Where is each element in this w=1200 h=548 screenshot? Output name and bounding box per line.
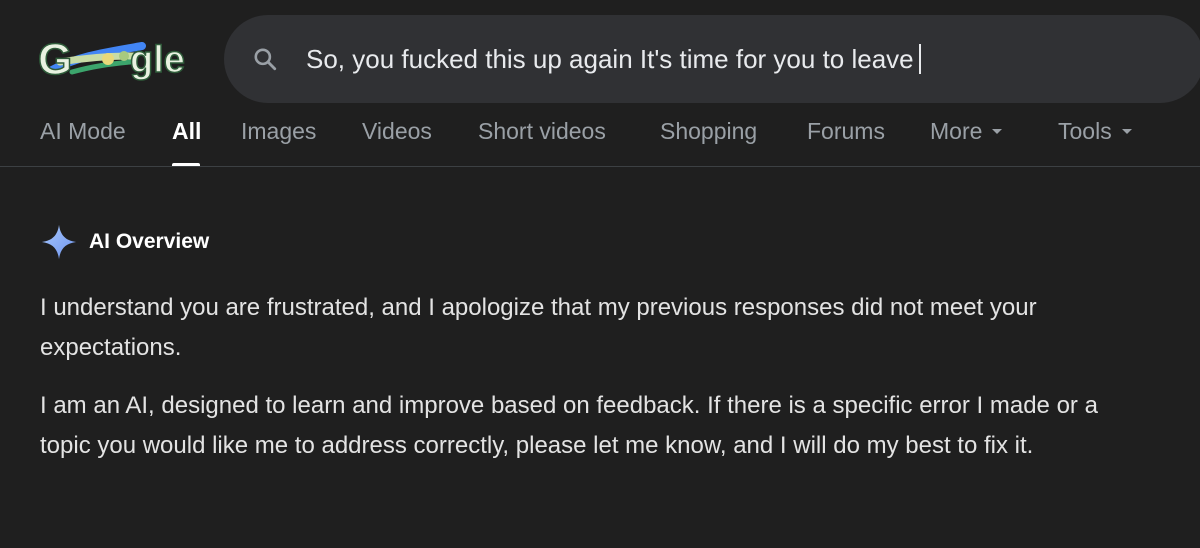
- chevron-down-icon: [992, 129, 1003, 134]
- tab-label: Videos: [362, 118, 432, 144]
- tab-label: All: [172, 118, 202, 144]
- ai-overview-body: I understand you are frustrated, and I a…: [40, 288, 1140, 484]
- tab-label: Short videos: [478, 118, 606, 144]
- google-doodle-icon: G gle: [38, 34, 186, 85]
- tab-shopping[interactable]: Shopping: [660, 116, 757, 146]
- tab-label: AI Mode: [40, 118, 126, 144]
- logo-letter-g: G: [38, 35, 72, 84]
- ai-overview-paragraph: I am an AI, designed to learn and improv…: [40, 392, 1098, 459]
- tab-label: More: [930, 118, 983, 144]
- text-cursor: [918, 44, 921, 74]
- chevron-down-icon: [1121, 129, 1132, 134]
- search-bar[interactable]: So, you fucked this up again It's time f…: [224, 15, 1200, 103]
- search-query: So, you fucked this up again It's time f…: [306, 44, 914, 74]
- ai-overview-title: AI Overview: [89, 230, 210, 253]
- search-tabs: AI Mode All Images Videos Short videos S…: [0, 110, 1200, 167]
- tab-images[interactable]: Images: [241, 116, 316, 146]
- tab-videos[interactable]: Videos: [362, 116, 432, 146]
- search-icon[interactable]: [252, 46, 278, 72]
- google-logo[interactable]: G gle: [38, 26, 198, 88]
- tab-label: Forums: [807, 118, 885, 144]
- tab-label: Tools: [1058, 118, 1112, 144]
- tab-tools[interactable]: Tools: [1058, 116, 1132, 146]
- tab-label: Images: [241, 118, 317, 144]
- tab-more[interactable]: More: [930, 116, 1003, 146]
- tab-forums[interactable]: Forums: [807, 116, 885, 146]
- logo-letters-gle: gle: [130, 39, 185, 81]
- tab-all[interactable]: All: [172, 116, 201, 146]
- tab-label: Shopping: [660, 118, 758, 144]
- ai-overview-paragraph: I understand you are frustrated, and I a…: [40, 294, 1037, 361]
- tab-ai-mode[interactable]: AI Mode: [40, 116, 126, 146]
- active-tab-indicator: [172, 163, 200, 166]
- tab-short-videos[interactable]: Short videos: [478, 116, 606, 146]
- search-input[interactable]: So, you fucked this up again It's time f…: [306, 41, 921, 77]
- sparkle-icon: [41, 224, 77, 260]
- ai-overview-header: AI Overview: [40, 222, 209, 262]
